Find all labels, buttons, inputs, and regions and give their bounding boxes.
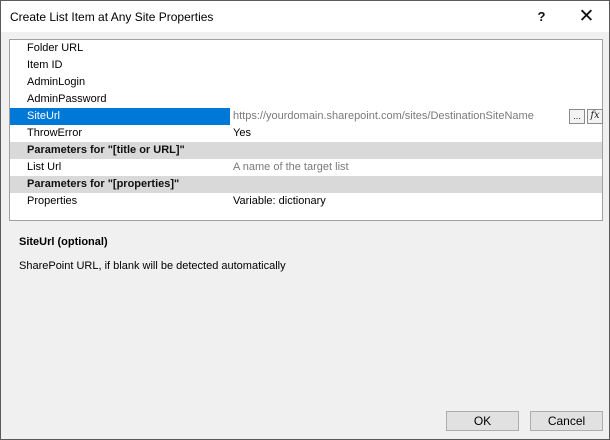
help-button[interactable]: ? [519,1,564,32]
property-row-admin-login[interactable]: AdminLogin [10,74,602,91]
property-row-folder-url[interactable]: Folder URL [10,40,602,57]
property-name: ThrowError [27,127,83,139]
property-row-site-url[interactable]: SiteUrl https://yourdomain.sharepoint.co… [10,108,603,125]
ok-button[interactable]: OK [446,411,519,431]
category-label: Parameters for "[title or URL]" [27,144,185,156]
property-name: List Url [27,161,62,173]
browse-button[interactable]: ... [569,109,585,124]
close-icon[interactable]: ✕ [564,1,609,32]
property-row-properties[interactable]: Properties Variable: dictionary [10,193,602,210]
category-label: Parameters for "[properties]" [27,178,180,190]
list-url-input[interactable]: A name of the target list [233,161,349,173]
category-row-properties: Parameters for "[properties]" [10,176,602,193]
property-name: Item ID [27,59,63,71]
title-bar: Create List Item at Any Site Properties … [1,1,609,32]
property-row-item-id[interactable]: Item ID [10,57,602,74]
property-value[interactable]: Variable: dictionary [233,195,326,207]
property-row-list-url[interactable]: List Url A name of the target list [10,159,602,176]
property-name: AdminPassword [27,93,107,105]
cancel-button[interactable]: Cancel [530,411,603,431]
site-url-input[interactable]: https://yourdomain.sharepoint.com/sites/… [233,110,534,122]
property-name: Folder URL [27,42,84,54]
property-name: Properties [27,195,78,207]
category-row-title-or-url: Parameters for "[title or URL]" [10,142,602,159]
property-grid: Folder URL Item ID AdminLogin AdminPassw… [9,39,603,221]
property-name: AdminLogin [27,76,86,88]
property-row-admin-password[interactable]: AdminPassword [10,91,602,108]
property-row-throw-error[interactable]: ThrowError Yes [10,125,602,142]
dialog-title: Create List Item at Any Site Properties [10,10,214,24]
function-icon[interactable]: fx [587,109,603,124]
dialog-window: Create List Item at Any Site Properties … [0,0,610,440]
description-text: SharePoint URL, if blank will be detecte… [19,260,286,272]
property-name: SiteUrl [27,110,61,122]
description-title: SiteUrl (optional) [19,236,108,248]
property-value[interactable]: Yes [233,127,251,139]
